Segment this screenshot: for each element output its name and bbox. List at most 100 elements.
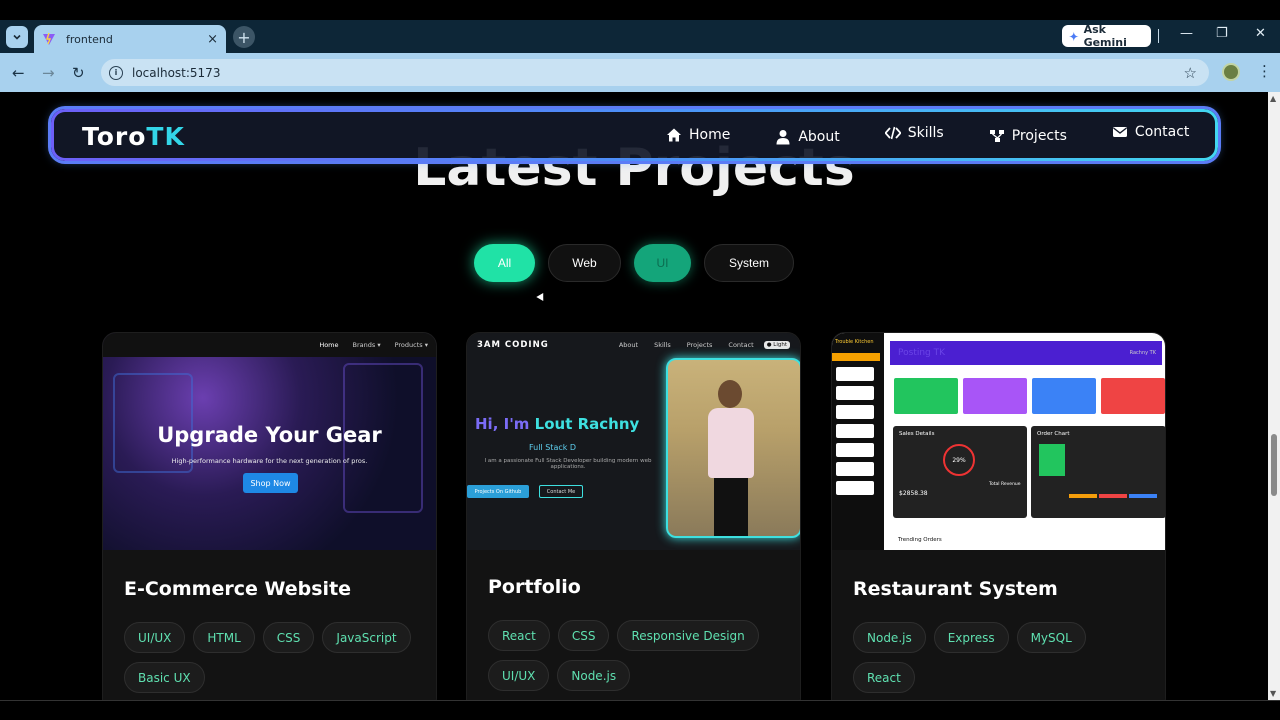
preview-order-chart: Order Chart bbox=[1031, 426, 1165, 518]
gemini-sparkle-icon bbox=[1069, 31, 1079, 41]
tech-tag: CSS bbox=[262, 622, 315, 653]
ask-gemini-button[interactable]: Ask Gemini bbox=[1062, 23, 1151, 49]
filter-system-button[interactable]: System bbox=[704, 244, 794, 282]
preview-nav-item: Projects bbox=[686, 341, 713, 349]
preview-sidebar-active bbox=[832, 353, 880, 361]
bookmark-star-icon[interactable]: ☆ bbox=[1184, 64, 1197, 82]
scrollbar-thumb[interactable] bbox=[1271, 434, 1277, 496]
vite-icon bbox=[43, 32, 55, 45]
photo-person bbox=[708, 408, 754, 478]
scroll-up-arrow-icon[interactable]: ▲ bbox=[1270, 94, 1276, 103]
tab-search-button[interactable] bbox=[6, 26, 28, 48]
preview-greeting: Hi, I'm Lout Rachny bbox=[475, 415, 639, 433]
preview-sales-title: Sales Details bbox=[899, 431, 935, 437]
preview-header-title: Posting TK bbox=[898, 348, 946, 358]
nav-link-label: About bbox=[798, 129, 840, 145]
project-card-ecommerce[interactable]: Home Brands ▾ Products ▾ Upgrade Your Ge… bbox=[102, 332, 437, 700]
address-bar[interactable]: i localhost:5173 ☆ bbox=[101, 59, 1209, 86]
project-tags: UI/UX HTML CSS JavaScript Basic UX bbox=[124, 622, 424, 693]
preview-brand: 3AM CODING bbox=[477, 340, 549, 350]
profile-avatar[interactable] bbox=[1222, 63, 1240, 81]
tech-tag: Node.js bbox=[853, 622, 926, 653]
nav-link-skills[interactable]: Skills bbox=[884, 121, 944, 145]
project-title: E-Commerce Website bbox=[124, 578, 352, 600]
preview-role: Full Stack D bbox=[529, 443, 577, 452]
new-tab-button[interactable]: + bbox=[233, 26, 255, 48]
browser-tab[interactable]: frontend × bbox=[34, 25, 226, 53]
close-window-button[interactable]: ✕ bbox=[1255, 26, 1266, 41]
preview-header-user: Rachny TK bbox=[1129, 350, 1156, 356]
tech-tag: Node.js bbox=[557, 660, 631, 691]
nav-link-projects[interactable]: Projects bbox=[989, 127, 1067, 145]
project-thumbnail: Home Brands ▾ Products ▾ Upgrade Your Ge… bbox=[103, 333, 436, 550]
preview-github-button: Projects On Github bbox=[467, 485, 529, 498]
project-thumbnail: Trouble Kitchen Posting TK Rachny TK Sal… bbox=[832, 333, 1165, 550]
tech-tag: Basic UX bbox=[124, 662, 205, 693]
preview-nav-item: Brands ▾ bbox=[352, 341, 381, 349]
project-tags: React CSS Responsive Design UI/UX Node.j… bbox=[488, 620, 788, 691]
projects-icon bbox=[989, 130, 1004, 142]
preview-sidebar-item bbox=[836, 462, 874, 476]
tech-tag: React bbox=[488, 620, 550, 651]
project-card-restaurant[interactable]: Trouble Kitchen Posting TK Rachny TK Sal… bbox=[831, 332, 1166, 700]
preview-sales-amount: $2858.38 bbox=[899, 490, 928, 497]
preview-kpi-card bbox=[894, 378, 958, 414]
preview-sidebar-item bbox=[836, 424, 874, 438]
minimize-button[interactable]: — bbox=[1180, 26, 1193, 41]
forward-arrow-icon[interactable]: → bbox=[42, 64, 55, 82]
chevron-down-icon bbox=[13, 34, 21, 40]
preview-navbar: 3AM CODING About Skills Projects Contact… bbox=[467, 333, 800, 357]
preview-sidebar-title: Trouble Kitchen bbox=[835, 339, 874, 345]
url-text: localhost:5173 bbox=[132, 65, 221, 80]
page-scrollbar[interactable]: ▲ ▼ bbox=[1268, 92, 1280, 700]
preview-sales-caption: Total Revenue bbox=[989, 482, 1021, 487]
preview-kpi-card bbox=[963, 378, 1027, 414]
preview-chart-bar bbox=[1039, 444, 1065, 476]
ask-gemini-label: Ask Gemini bbox=[1083, 23, 1127, 49]
site-info-icon[interactable]: i bbox=[109, 65, 123, 80]
logo-part1: Toro bbox=[82, 122, 147, 151]
nav-link-contact[interactable]: Contact bbox=[1112, 119, 1189, 145]
back-arrow-icon[interactable]: ← bbox=[12, 64, 25, 82]
tech-tag: React bbox=[853, 662, 915, 693]
scroll-down-arrow-icon[interactable]: ▼ bbox=[1270, 689, 1276, 698]
filter-all-button[interactable]: All bbox=[474, 244, 535, 282]
site-logo[interactable]: ToroTK bbox=[82, 122, 185, 151]
nav-link-label: Projects bbox=[1011, 128, 1067, 144]
nav-link-about[interactable]: About bbox=[775, 129, 840, 145]
window-bottom-edge bbox=[0, 700, 1280, 720]
project-card-portfolio[interactable]: 3AM CODING About Skills Projects Contact… bbox=[466, 332, 801, 700]
filter-web-button[interactable]: Web bbox=[548, 244, 621, 282]
preview-sidebar-item bbox=[836, 481, 874, 495]
tab-separator bbox=[1158, 29, 1159, 43]
photo-person bbox=[718, 380, 742, 408]
browser-menu-icon[interactable]: ⋮ bbox=[1257, 62, 1272, 80]
preview-sidebar: Trouble Kitchen bbox=[832, 333, 884, 550]
tech-tag: MySQL bbox=[1016, 622, 1086, 653]
nav-link-label: Skills bbox=[907, 125, 944, 141]
tech-tag: Express bbox=[933, 622, 1009, 653]
preview-chart-title: Order Chart bbox=[1037, 431, 1070, 437]
logo-part2: TK bbox=[146, 122, 185, 151]
nav-link-label: Contact bbox=[1134, 124, 1190, 140]
filter-ui-button[interactable]: UI bbox=[634, 244, 691, 282]
tech-tag: UI/UX bbox=[488, 660, 550, 691]
preview-chart-bar bbox=[1129, 494, 1157, 498]
nav-link-home[interactable]: Home bbox=[666, 125, 730, 145]
preview-greeting-text: Hi, I'm bbox=[475, 415, 535, 433]
preview-sidebar-item bbox=[836, 443, 874, 457]
preview-sidebar-item bbox=[836, 367, 874, 381]
tech-tag: HTML bbox=[193, 622, 255, 653]
tech-tag: UI/UX bbox=[124, 622, 186, 653]
reload-icon[interactable]: ↻ bbox=[72, 64, 85, 82]
home-icon bbox=[667, 128, 681, 142]
preview-nav-item: Home bbox=[319, 341, 339, 349]
mouse-cursor bbox=[536, 292, 547, 304]
tab-title: frontend bbox=[66, 32, 113, 46]
site-navbar: ToroTK Home About Skills Projects Contac… bbox=[51, 109, 1218, 161]
tab-close-icon[interactable]: × bbox=[207, 32, 218, 47]
user-icon bbox=[776, 130, 790, 145]
restore-button[interactable]: ❐ bbox=[1216, 26, 1228, 41]
preview-kpi-card bbox=[1101, 378, 1165, 414]
preview-sales-ring: 29% bbox=[943, 444, 975, 476]
